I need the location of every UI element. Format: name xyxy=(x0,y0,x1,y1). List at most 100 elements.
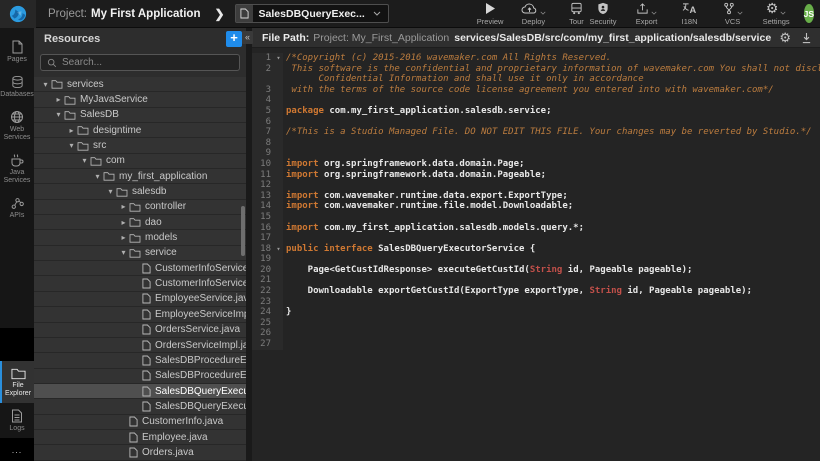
collapse-arrow-icon[interactable]: ▾ xyxy=(105,187,116,196)
tree-item-employee-java[interactable]: Employee.java xyxy=(34,430,246,445)
more-button[interactable]: ... xyxy=(0,438,34,461)
line-number: 7 xyxy=(252,127,274,138)
tree-item-designtime[interactable]: ▸designtime xyxy=(34,123,246,138)
tree-item-services[interactable]: ▾ services xyxy=(34,77,246,92)
i18n-button[interactable]: A I18N xyxy=(677,1,703,26)
tree-item-orders-java[interactable]: Orders.java xyxy=(34,445,246,460)
fold-gutter xyxy=(274,254,283,265)
open-file-dropdown[interactable]: SalesDBQueryExec... xyxy=(235,4,389,23)
file-icon xyxy=(142,370,151,381)
code-editor[interactable]: 1▾/*Copyright (c) 2015-2016 wavemaker.co… xyxy=(252,48,820,461)
tree-item-label: services xyxy=(67,79,104,90)
tree-item-label: SalesDBQueryExecutorServiceImpl.java xyxy=(155,401,246,412)
fold-marker-icon[interactable]: ▾ xyxy=(274,244,283,255)
project-name: My First Application xyxy=(91,8,200,20)
tree-item-label: EmployeeService.java xyxy=(155,293,246,304)
tree-item-customerinfoservice-java[interactable]: CustomerInfoService.java xyxy=(34,261,246,276)
rail-item-label: File Explorer xyxy=(2,382,34,398)
tree-item-customerinfo-java[interactable]: CustomerInfo.java xyxy=(34,415,246,430)
collapse-arrow-icon[interactable]: ▾ xyxy=(118,248,129,257)
tree-item-ordersserviceimpl-java[interactable]: OrdersServiceImpl.java xyxy=(34,338,246,353)
download-file-icon[interactable] xyxy=(801,32,812,44)
collapse-arrow-icon[interactable]: ▾ xyxy=(53,110,64,119)
code-text xyxy=(283,275,286,286)
file-icon xyxy=(142,324,151,335)
wavemaker-logo[interactable] xyxy=(0,0,36,28)
fold-gutter xyxy=(274,74,283,85)
tree-item-employeeservice-java[interactable]: EmployeeService.java xyxy=(34,292,246,307)
tree-item-myjavaservice[interactable]: ▸MyJavaService xyxy=(34,92,246,107)
tree-item-label: src xyxy=(93,140,106,151)
code-text xyxy=(283,233,286,244)
rail-item-logs[interactable]: Logs xyxy=(0,403,34,438)
tree-item-salesdbqueryexecutorserviceimpl-java[interactable]: SalesDBQueryExecutorServiceImpl.java xyxy=(34,399,246,414)
page-icon xyxy=(11,40,24,54)
line-number: 27 xyxy=(252,339,274,350)
breadcrumb: Project:My First Application xyxy=(48,8,200,20)
tree-item-service[interactable]: ▾service xyxy=(34,246,246,261)
rail-item-label: APIs xyxy=(10,212,25,220)
collapse-arrow-icon[interactable]: ▾ xyxy=(92,172,103,181)
collapse-arrow-icon[interactable]: ▾ xyxy=(66,141,77,150)
security-button[interactable]: Security xyxy=(589,1,616,26)
deploy-button[interactable]: Deploy xyxy=(520,1,546,26)
code-line: 13import com.wavemaker.runtime.data.expo… xyxy=(252,191,820,202)
search-box[interactable] xyxy=(40,54,240,71)
fold-gutter xyxy=(274,95,283,106)
code-text: Confidential Information and shall use i… xyxy=(283,74,644,85)
tree-item-customerinfoserviceimpl-java[interactable]: CustomerInfoServiceImpl.java xyxy=(34,276,246,291)
settings-button[interactable]: ⚙ Settings xyxy=(763,1,790,26)
file-icon xyxy=(236,5,253,22)
rail-item-java-services[interactable]: Java Services xyxy=(0,147,34,190)
fold-marker-icon[interactable]: ▾ xyxy=(274,53,283,64)
code-text: with the terms of the source code licens… xyxy=(283,85,774,96)
line-number: 18 xyxy=(252,244,274,255)
tree-item-salesdbqueryexecutorservice-java[interactable]: SalesDBQueryExecutorService.java xyxy=(34,384,246,399)
line-number: 25 xyxy=(252,318,274,329)
tree-item-employeeserviceimpl-java[interactable]: EmployeeServiceImpl.java xyxy=(34,307,246,322)
tree-item-salesdbprocedureexecutorserviceimpl-java[interactable]: SalesDBProcedureExecutorServiceImpl.java xyxy=(34,369,246,384)
add-resource-button[interactable]: + xyxy=(226,31,242,47)
fold-gutter xyxy=(274,64,283,75)
export-button[interactable]: Export xyxy=(634,1,660,26)
rail-item-web-services[interactable]: Web Services xyxy=(0,104,34,147)
code-line: 1▾/*Copyright (c) 2015-2016 wavemaker.co… xyxy=(252,53,820,64)
tree-item-dao[interactable]: ▸dao xyxy=(34,215,246,230)
tree-item-controller[interactable]: ▸controller xyxy=(34,200,246,215)
fold-gutter xyxy=(274,138,283,149)
file-settings-gear-icon[interactable]: ⚙ xyxy=(779,31,791,45)
tree-scrollbar[interactable] xyxy=(241,206,245,256)
top-bar: Project:My First Application ❯ SalesDBQu… xyxy=(0,0,820,28)
fold-gutter xyxy=(274,318,283,329)
tree-item-com[interactable]: ▾com xyxy=(34,154,246,169)
fold-gutter xyxy=(274,127,283,138)
expand-arrow-icon[interactable]: ▸ xyxy=(118,202,129,211)
tree-item-salesdb[interactable]: ▾salesdb xyxy=(34,184,246,199)
vcs-button[interactable]: VCS xyxy=(720,1,746,26)
preview-button[interactable]: Preview xyxy=(477,1,504,26)
rail-item-pages[interactable]: Pages xyxy=(0,34,34,69)
search-input[interactable] xyxy=(62,57,222,68)
tree-item-salesdbprocedureexecutorservice-java[interactable]: SalesDBProcedureExecutorService.java xyxy=(34,353,246,368)
rail-item-file-explorer[interactable]: File Explorer xyxy=(0,361,34,403)
collapse-arrow-icon[interactable]: ▾ xyxy=(40,80,51,89)
folder-icon xyxy=(129,217,141,227)
tree-item-ordersservice-java[interactable]: OrdersService.java xyxy=(34,323,246,338)
user-avatar[interactable]: JS xyxy=(804,4,814,23)
code-text xyxy=(283,254,286,265)
tree-item-label: my_first_application xyxy=(119,171,207,182)
tree-item-my-first-application[interactable]: ▾ my_first_application xyxy=(34,169,246,184)
tree-item-salesdb[interactable]: ▾SalesDB xyxy=(34,108,246,123)
tour-button[interactable]: Tour xyxy=(563,1,589,26)
expand-arrow-icon[interactable]: ▸ xyxy=(66,126,77,135)
tree-item-models[interactable]: ▸models xyxy=(34,230,246,245)
collapse-panel-button[interactable]: « xyxy=(242,31,253,44)
expand-arrow-icon[interactable]: ▸ xyxy=(118,218,129,227)
rail-item-apis[interactable]: APIs xyxy=(0,190,34,225)
rail-item-databases[interactable]: Databases xyxy=(0,69,34,104)
collapse-arrow-icon[interactable]: ▾ xyxy=(79,156,90,165)
tree-item-src[interactable]: ▾ src xyxy=(34,138,246,153)
folder-icon xyxy=(77,125,89,135)
expand-arrow-icon[interactable]: ▸ xyxy=(53,95,64,104)
expand-arrow-icon[interactable]: ▸ xyxy=(118,233,129,242)
